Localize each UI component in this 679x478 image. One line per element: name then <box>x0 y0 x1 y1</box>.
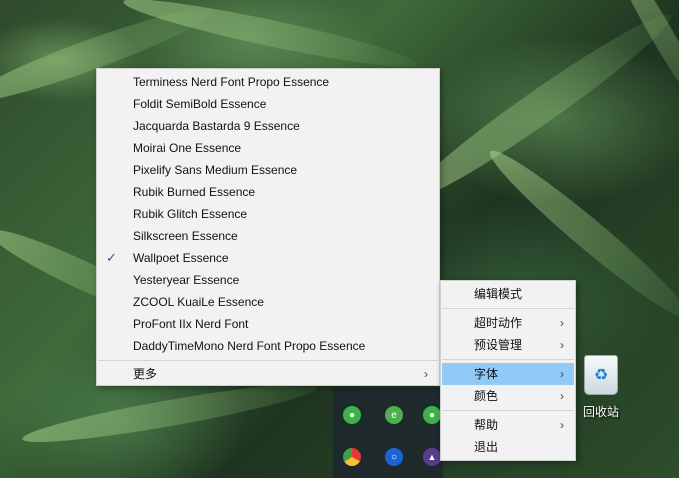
font-item-2[interactable]: Foldit SemiBold Essence <box>98 93 438 115</box>
font-item-3[interactable]: Jacquarda Bastarda 9 Essence <box>98 115 438 137</box>
font-item-5[interactable]: Pixelify Sans Medium Essence <box>98 159 438 181</box>
tray-context-menu: 编辑模式 超时动作 › 预设管理 › 字体 › 颜色 › 帮助 › 退出 <box>440 280 576 461</box>
circle-app-icon[interactable]: ○ <box>385 448 403 466</box>
preset-manage-item[interactable]: 预设管理 › <box>442 334 574 356</box>
menu-separator <box>442 410 574 411</box>
font-item-11[interactable]: ZCOOL KuaiLe Essence <box>98 291 438 313</box>
wechat-icon[interactable]: ● <box>343 406 361 424</box>
recycle-bin[interactable]: ♻ 回收站 <box>576 355 626 420</box>
font-item-10[interactable]: Yesteryear Essence <box>98 269 438 291</box>
font-item-1[interactable]: Terminess Nerd Font Propo Essence <box>98 71 438 93</box>
chrome-icon[interactable] <box>343 448 361 466</box>
menu-separator <box>442 308 574 309</box>
menu-separator <box>98 360 438 361</box>
edit-mode-item[interactable]: 编辑模式 <box>442 283 574 305</box>
font-item-9-checked[interactable]: ✓ Wallpoet Essence <box>98 247 438 269</box>
font-item-13[interactable]: DaddyTimeMono Nerd Font Propo Essence <box>98 335 438 357</box>
wechat-icon[interactable]: ● <box>423 406 441 424</box>
help-item[interactable]: 帮助 › <box>442 414 574 436</box>
timeout-action-item[interactable]: 超时动作 › <box>442 312 574 334</box>
font-item[interactable]: 字体 › <box>442 363 574 385</box>
font-item-8[interactable]: Silkscreen Essence <box>98 225 438 247</box>
exit-item[interactable]: 退出 <box>442 436 574 458</box>
font-submenu: Terminess Nerd Font Propo Essence Foldit… <box>96 68 440 386</box>
checkmark-icon: ✓ <box>106 250 117 265</box>
chevron-right-icon: › <box>560 367 564 381</box>
font-item-4[interactable]: Moirai One Essence <box>98 137 438 159</box>
recycle-bin-label: 回收站 <box>582 405 619 419</box>
font-item-7[interactable]: Rubik Glitch Essence <box>98 203 438 225</box>
more-fonts-item[interactable]: 更多 › <box>98 363 438 385</box>
chevron-right-icon: › <box>560 338 564 352</box>
chevron-right-icon: › <box>424 367 428 381</box>
recycle-bin-icon: ♻ <box>584 355 618 395</box>
font-item-12[interactable]: ProFont IIx Nerd Font <box>98 313 438 335</box>
taskbar-tray-overflow: ● e ● ○ ▲ <box>333 388 443 478</box>
chevron-right-icon: › <box>560 316 564 330</box>
chevron-right-icon: › <box>560 418 564 432</box>
menu-separator <box>442 359 574 360</box>
color-item[interactable]: 颜色 › <box>442 385 574 407</box>
edge-icon[interactable]: e <box>385 406 403 424</box>
font-item-6[interactable]: Rubik Burned Essence <box>98 181 438 203</box>
game-icon[interactable]: ▲ <box>423 448 441 466</box>
chevron-right-icon: › <box>560 389 564 403</box>
